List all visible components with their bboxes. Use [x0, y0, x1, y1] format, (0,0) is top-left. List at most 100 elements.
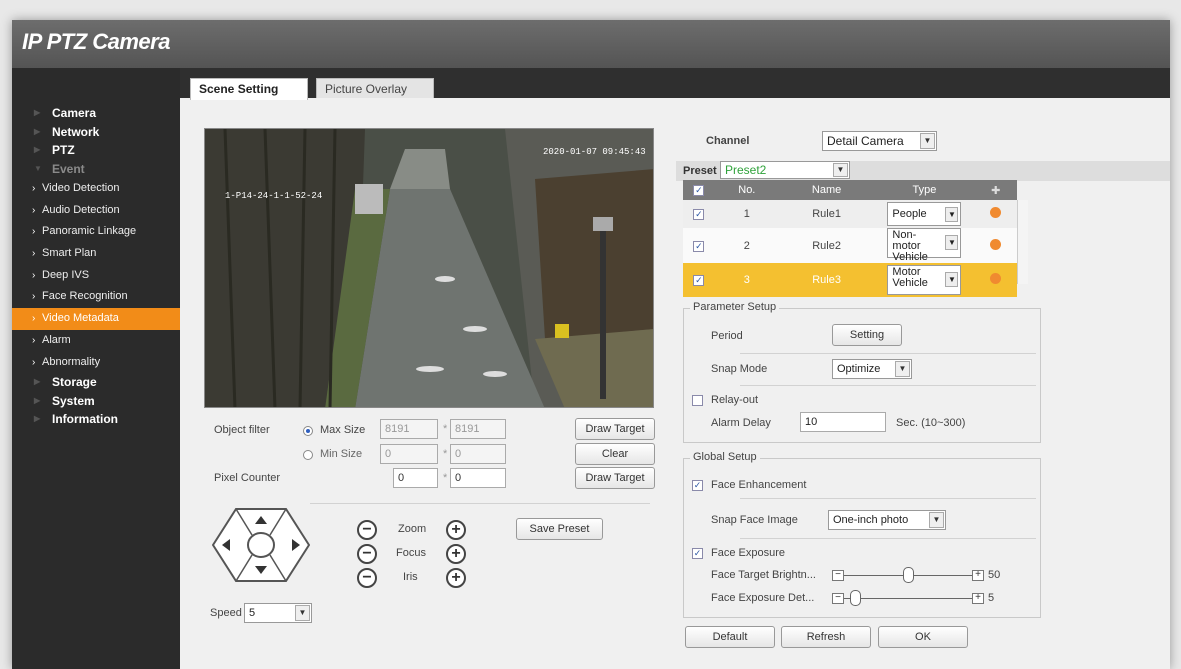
sidebar-item-network[interactable]: ▶ Network — [12, 123, 180, 142]
video-timestamp: 2020-01-07 09:45:43 — [543, 147, 646, 157]
ok-button[interactable]: OK — [878, 626, 968, 648]
camera-scene-image — [205, 129, 653, 407]
add-rule-icon[interactable]: ✚ — [974, 180, 1017, 200]
rule-type-select[interactable]: Motor Vehicle ▼ — [887, 265, 962, 295]
chevron-right-icon: › — [32, 291, 36, 303]
row-checkbox-cell: ✓ — [683, 228, 715, 263]
speed-select[interactable]: 5 ▼ — [244, 603, 312, 623]
default-button[interactable]: Default — [685, 626, 775, 648]
delete-rule-icon[interactable] — [990, 207, 1002, 218]
row-checkbox[interactable]: ✓ — [693, 209, 705, 220]
rule-type-select[interactable]: People ▼ — [887, 202, 962, 226]
clear-button[interactable]: Clear — [575, 443, 655, 465]
brightness-slider-knob[interactable] — [903, 567, 914, 583]
save-preset-button[interactable]: Save Preset — [516, 518, 603, 540]
focus-plus-button[interactable]: + — [446, 544, 466, 564]
exposure-detect-value: 5 — [988, 592, 995, 604]
min-size-height-input[interactable]: 0 — [450, 444, 506, 464]
chevron-down-icon: ▼ — [945, 207, 959, 222]
sidebar-item-audio-detection[interactable]: › Audio Detection — [12, 200, 180, 222]
sidebar-item-label: Network — [52, 124, 100, 139]
sidebar-item-event[interactable]: ▼ Event — [12, 160, 180, 179]
chevron-down-icon: ▼ — [929, 512, 944, 528]
delete-rule-icon[interactable] — [990, 273, 1002, 284]
video-preview[interactable]: 2020-01-07 09:45:43 1-P14-24-1-1-52-24 — [204, 128, 654, 408]
alarm-delay-label: Alarm Delay — [711, 417, 771, 429]
sidebar-item-smart-plan[interactable]: › Smart Plan — [12, 243, 180, 265]
delete-rule-icon[interactable] — [990, 238, 1002, 250]
chevron-down-icon: ▼ — [945, 235, 959, 250]
sidebar-item-alarm[interactable]: › Alarm — [12, 330, 180, 352]
table-row[interactable]: ✓ 2 Rule2 Non-motor Vehicle ▼ — [683, 228, 1017, 263]
exposure-detect-slider-knob[interactable] — [850, 590, 861, 606]
brightness-increase-button[interactable]: + — [972, 570, 984, 581]
snap-mode-label: Snap Mode — [711, 363, 768, 375]
max-size-width-input[interactable]: 8191 — [380, 419, 438, 439]
focus-minus-button[interactable]: − — [357, 544, 377, 564]
table-row-selected[interactable]: ✓ 3 Rule3 Motor Vehicle ▼ — [683, 263, 1017, 297]
rule-type-value: Non-motor Vehicle — [892, 229, 928, 263]
exposure-detect-increase-button[interactable]: + — [972, 593, 984, 604]
sidebar-item-system[interactable]: ▶ System — [12, 392, 180, 411]
relay-out-checkbox[interactable] — [692, 395, 703, 406]
zoom-out-button[interactable]: − — [357, 520, 377, 540]
channel-label: Channel — [706, 135, 750, 147]
rule-type-select[interactable]: Non-motor Vehicle ▼ — [887, 228, 962, 263]
draw-target-button[interactable]: Draw Target — [575, 418, 655, 440]
max-size-height-input[interactable]: 8191 — [450, 419, 506, 439]
focus-label: Focus — [396, 547, 426, 559]
min-size-width-input[interactable]: 0 — [380, 444, 438, 464]
snap-mode-select[interactable]: Optimize ▼ — [832, 359, 912, 379]
snap-face-image-select[interactable]: One-inch photo ▼ — [828, 510, 946, 530]
divider — [740, 385, 1036, 386]
sidebar-item-face-recognition[interactable]: › Face Recognition — [12, 286, 180, 308]
min-size-radio[interactable] — [303, 450, 313, 460]
sidebar-item-ptz[interactable]: ▶ PTZ — [12, 141, 180, 160]
sidebar-item-information[interactable]: ▶ Information — [12, 410, 180, 429]
preset-select[interactable]: Preset2 ▼ — [720, 161, 850, 179]
row-checkbox[interactable]: ✓ — [693, 275, 705, 286]
pixel-counter-height: 0 — [450, 468, 506, 488]
face-enhancement-checkbox[interactable]: ✓ — [692, 480, 703, 491]
row-checkbox[interactable]: ✓ — [693, 240, 705, 252]
select-all-header[interactable]: ✓ — [683, 180, 715, 200]
sidebar-item-abnormality[interactable]: › Abnormality — [12, 352, 180, 374]
collapsed-arrow-icon: ▶ — [34, 377, 41, 387]
app-header: IP PTZ Camera — [12, 20, 1170, 68]
column-header-no: No. — [714, 180, 779, 200]
iris-minus-button[interactable]: − — [357, 568, 377, 588]
sidebar-item-camera[interactable]: ▶ Camera — [12, 104, 180, 123]
refresh-button[interactable]: Refresh — [781, 626, 871, 648]
chevron-right-icon: › — [32, 334, 36, 346]
sidebar-item-label: Deep IVS — [42, 268, 90, 281]
period-setting-button[interactable]: Setting — [832, 324, 902, 346]
tab-picture-overlay[interactable]: Picture Overlay — [316, 78, 434, 98]
zoom-in-button[interactable]: + — [446, 520, 466, 540]
divider — [740, 538, 1036, 539]
exposure-detect-decrease-button[interactable]: − — [832, 593, 844, 604]
select-all-checkbox[interactable]: ✓ — [693, 185, 705, 196]
tab-scene-setting[interactable]: Scene Setting — [190, 78, 308, 100]
face-exposure-checkbox[interactable]: ✓ — [692, 548, 703, 559]
iris-plus-button[interactable]: + — [446, 568, 466, 588]
rule-no: 3 — [714, 263, 779, 297]
sidebar-item-deep-ivs[interactable]: › Deep IVS — [12, 265, 180, 287]
face-target-brightness-label: Face Target Brightn... — [711, 569, 816, 581]
main-content: Scene Setting Picture Overlay 2020-01-07… — [180, 78, 1170, 669]
channel-select[interactable]: Detail Camera ▼ — [822, 131, 937, 151]
alarm-delay-input[interactable]: 10 — [800, 412, 886, 432]
video-osd-text: 1-P14-24-1-1-52-24 — [225, 191, 323, 201]
exposure-detect-slider-track[interactable] — [844, 598, 972, 599]
brightness-decrease-button[interactable]: − — [832, 570, 844, 581]
sidebar-item-video-detection[interactable]: › Video Detection — [12, 178, 180, 200]
sidebar-item-label: Camera — [52, 106, 97, 120]
sidebar-item-storage[interactable]: ▶ Storage — [12, 373, 180, 392]
ptz-direction-pad[interactable] — [212, 508, 310, 582]
draw-target-button-2[interactable]: Draw Target — [575, 467, 655, 489]
max-size-radio[interactable] — [303, 426, 313, 436]
sidebar-item-video-metadata[interactable]: › Video Metadata — [12, 308, 180, 330]
pixel-counter-label: Pixel Counter — [214, 472, 281, 484]
table-row[interactable]: ✓ 1 Rule1 People ▼ — [683, 200, 1017, 228]
sidebar-item-panoramic-linkage[interactable]: › Panoramic Linkage — [12, 221, 180, 243]
rules-scrollbar[interactable] — [1017, 200, 1028, 284]
